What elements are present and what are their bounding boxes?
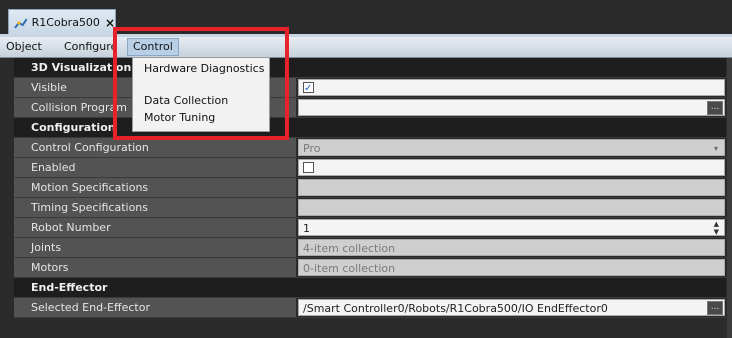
category-end-effector[interactable]: ◢ End-Effector — [14, 278, 727, 298]
end-effector-path: /Smart Controller0/Robots/R1Cobra500/IO … — [303, 302, 608, 315]
tab-title: R1Cobra500 — [31, 16, 100, 29]
ellipsis-button[interactable]: ... — [707, 301, 723, 315]
row-timing-specifications: Timing Specifications — [14, 198, 727, 218]
robot-number-input[interactable]: 1 ▲ ▼ — [298, 219, 725, 236]
timing-specifications-value[interactable] — [298, 199, 725, 216]
property-label: Enabled — [14, 158, 297, 177]
tab-bar: R1Cobra500 × — [0, 0, 732, 35]
robot-icon — [14, 18, 28, 28]
tab-r1cobra500[interactable]: R1Cobra500 × — [8, 9, 116, 35]
property-label: Selected End-Effector — [14, 298, 297, 317]
enabled-value — [298, 159, 725, 176]
row-motion-specifications: Motion Specifications — [14, 178, 727, 198]
menu-bar: Object Configure Control — [0, 37, 732, 58]
visible-value — [298, 79, 725, 97]
row-selected-end-effector: Selected End-Effector /Smart Controller0… — [14, 298, 727, 318]
property-label: Motors — [14, 258, 297, 277]
menu-configure[interactable]: Configure — [64, 40, 117, 53]
row-motors: Motors 0-item collection — [14, 258, 727, 278]
row-joints[interactable]: ▷ Joints 4-item collection — [14, 238, 727, 258]
property-label: Motion Specifications — [14, 178, 297, 197]
row-control-configuration: Control Configuration Pro ▾ — [14, 138, 727, 158]
joints-value: 4-item collection — [298, 239, 725, 256]
highlight-box — [113, 27, 289, 140]
spinner-icon[interactable]: ▲ ▼ — [714, 220, 719, 236]
ellipsis-button[interactable]: ... — [707, 101, 723, 115]
enabled-checkbox[interactable] — [303, 162, 314, 173]
category-label: End-Effector — [14, 278, 727, 297]
visible-checkbox[interactable] — [303, 80, 314, 97]
property-label: Joints — [14, 238, 297, 257]
select-value: Pro — [303, 142, 321, 155]
property-label: Timing Specifications — [14, 198, 297, 217]
menu-object[interactable]: Object — [6, 40, 42, 53]
property-label: Robot Number — [14, 218, 297, 237]
property-label: Control Configuration — [14, 138, 297, 157]
collision-program-value[interactable]: ... — [298, 99, 725, 116]
motion-specifications-value[interactable] — [298, 179, 725, 196]
motors-value: 0-item collection — [298, 259, 725, 276]
vertical-scrollbar[interactable] — [727, 58, 732, 338]
dropdown-arrow-icon[interactable]: ▾ — [714, 140, 718, 157]
row-robot-number: Robot Number 1 ▲ ▼ — [14, 218, 727, 238]
control-configuration-select[interactable]: Pro ▾ — [298, 139, 725, 156]
row-enabled: Enabled — [14, 158, 727, 178]
selected-end-effector-value[interactable]: /Smart Controller0/Robots/R1Cobra500/IO … — [298, 299, 725, 316]
robot-number-value: 1 — [303, 222, 310, 235]
